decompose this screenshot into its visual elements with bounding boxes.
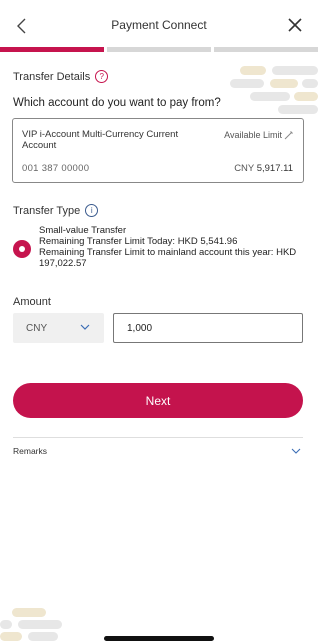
decorative-pattern-bottom xyxy=(0,606,70,641)
info-icon[interactable]: i xyxy=(85,204,99,217)
transfer-type-heading: Transfer Type i xyxy=(13,204,99,217)
account-selector[interactable]: VIP i-Account Multi-Currency Current Acc… xyxy=(12,118,304,183)
home-indicator xyxy=(104,636,214,641)
account-number: 001 387 00000 xyxy=(22,163,90,174)
progress-step-3 xyxy=(214,47,318,52)
available-limit-label: Available Limit xyxy=(224,130,293,140)
header: Payment Connect xyxy=(0,0,318,50)
small-value-transfer-radio[interactable] xyxy=(13,240,31,258)
amount-input[interactable] xyxy=(113,313,303,343)
transfer-limit-mainland: Remaining Transfer Limit to mainland acc… xyxy=(39,247,297,269)
available-limit-text: Available Limit xyxy=(224,130,282,140)
amount-label: Amount xyxy=(13,296,51,308)
account-balance: CNY 5,917.11 xyxy=(234,163,293,174)
transfer-type-option: Small-value Transfer Remaining Transfer … xyxy=(39,225,307,269)
page-title: Payment Connect xyxy=(111,18,207,32)
step-progress-bar xyxy=(0,47,318,52)
chevron-down-icon xyxy=(80,324,90,330)
account-name: VIP i-Account Multi-Currency Current Acc… xyxy=(22,129,179,151)
help-icon[interactable]: ? xyxy=(95,70,109,83)
transfer-details-heading: Transfer Details ? xyxy=(13,70,109,83)
balance-currency: CNY xyxy=(234,163,255,174)
transfer-type-title: Transfer Type xyxy=(13,204,81,217)
next-button[interactable]: Next xyxy=(13,383,303,418)
currency-value: CNY xyxy=(26,322,48,334)
remarks-label: Remarks xyxy=(13,446,48,456)
balance-amount: 5,917.11 xyxy=(256,163,293,174)
radio-selected-dot xyxy=(19,246,25,252)
close-button[interactable] xyxy=(284,14,306,36)
transfer-limit-today: Remaining Transfer Limit Today: HKD 5,54… xyxy=(39,236,238,247)
remarks-expander[interactable]: Remarks xyxy=(13,444,303,460)
currency-select[interactable]: CNY xyxy=(13,313,104,343)
close-icon xyxy=(288,18,302,32)
decorative-pattern-top xyxy=(230,62,318,122)
progress-step-1 xyxy=(0,47,104,52)
chevron-down-icon xyxy=(291,448,301,454)
transfer-details-title: Transfer Details xyxy=(13,70,91,83)
progress-step-2 xyxy=(107,47,211,52)
divider xyxy=(13,437,303,438)
transfer-option-name: Small-value Transfer xyxy=(39,225,127,236)
account-question: Which account do you want to pay from? xyxy=(13,97,221,109)
pencil-icon xyxy=(284,130,293,139)
